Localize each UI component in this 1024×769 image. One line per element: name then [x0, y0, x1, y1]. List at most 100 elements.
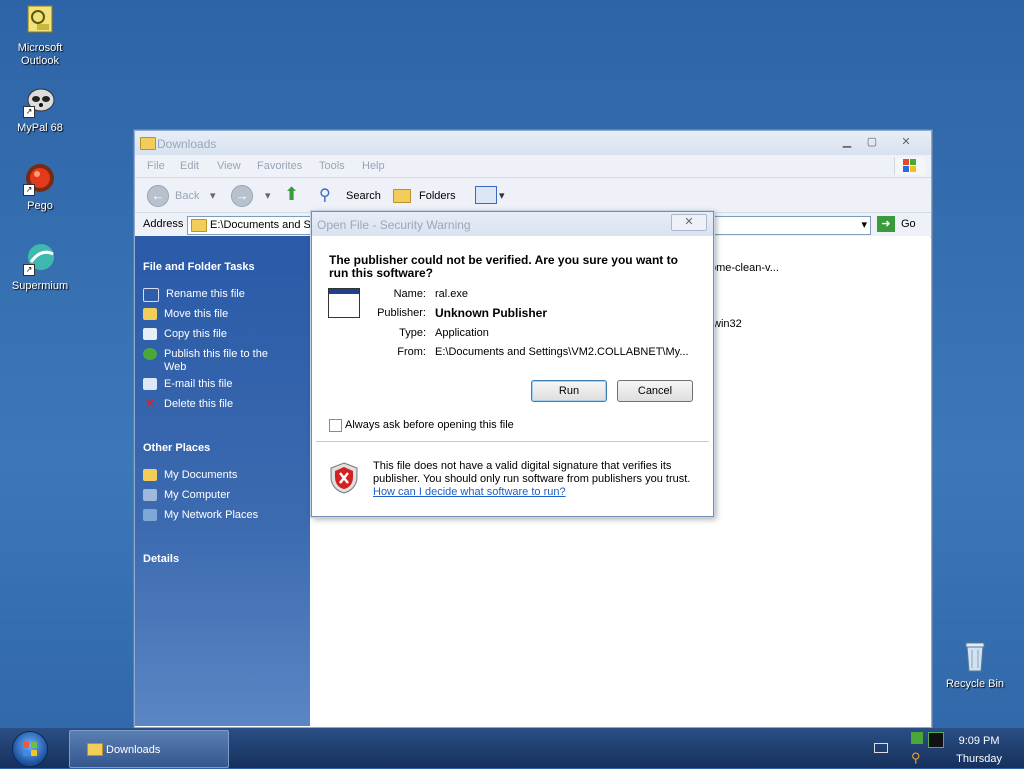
start-button[interactable] [12, 731, 48, 767]
address-dropdown-icon[interactable]: ▾ [861, 218, 867, 231]
menu-view[interactable]: View [217, 160, 241, 172]
dialog-titlebar[interactable]: Open File - Security Warning ✕ [312, 212, 713, 236]
shortcut-arrow-icon: ↗ [23, 184, 35, 196]
back-arrow-icon[interactable]: ← [147, 185, 169, 207]
forward-dropdown-icon[interactable]: ▾ [265, 189, 271, 202]
desktop-icon-outlook[interactable]: Microsoft Outlook [0, 4, 80, 68]
search-button[interactable]: Search [346, 190, 381, 202]
explorer-titlebar[interactable]: Downloads ▁ ▢ ✕ [135, 131, 931, 155]
desktop-icon-label: Recycle Bin [945, 678, 1005, 690]
field-name-label: Name: [393, 288, 426, 300]
dialog-close-button[interactable]: ✕ [671, 214, 707, 231]
clock-time: 9:09 PM [958, 735, 1000, 747]
menu-tools[interactable]: Tools [319, 160, 345, 172]
mypal-icon: ↗ [23, 84, 57, 118]
address-label: Address [143, 218, 184, 230]
warning-message: This file does not have a valid digital … [373, 460, 703, 499]
task-email[interactable]: E-mail this file [143, 378, 232, 390]
forward-arrow-icon[interactable]: → [231, 185, 253, 207]
field-from-label: From: [397, 346, 426, 358]
menu-file[interactable]: File [147, 160, 165, 172]
always-ask-label[interactable]: Always ask before opening this file [345, 419, 514, 431]
folder-icon [87, 743, 103, 756]
task-publish[interactable]: Publish this file to the Web [143, 348, 293, 374]
task-move[interactable]: Move this file [143, 308, 228, 320]
toolbar: ← Back ▾ → ▾ ⬆ ⚲ Search Folders ▾ [135, 178, 931, 213]
desktop-icon-pego[interactable]: ↗ Pego [0, 162, 80, 213]
recycle-bin-icon [958, 640, 992, 674]
outlook-icon [23, 4, 57, 38]
keyboard-icon[interactable] [874, 743, 888, 753]
task-copy[interactable]: Copy this file [143, 328, 227, 340]
warning-text: This file does not have a valid digital … [373, 460, 691, 485]
close-button[interactable]: ✕ [896, 134, 916, 150]
address-value: E:\Documents and S [210, 219, 311, 231]
views-icon[interactable] [475, 186, 497, 204]
shortcut-arrow-icon: ↗ [23, 106, 35, 118]
taskbar-item-label: Downloads [106, 744, 161, 756]
folders-icon [393, 189, 411, 203]
divider [316, 441, 709, 442]
menu-edit[interactable]: Edit [180, 160, 199, 172]
delete-icon: ✕ [145, 398, 155, 410]
folder-icon [191, 219, 207, 232]
details-header[interactable]: Details [143, 553, 179, 565]
desktop-icon-supermium[interactable]: ↗ Supermium [0, 242, 80, 293]
folder-icon [143, 469, 157, 481]
search-tray-icon[interactable]: ⚲ [911, 750, 921, 766]
menu-favorites[interactable]: Favorites [257, 160, 302, 172]
search-icon: ⚲ [319, 187, 331, 204]
field-publisher-label: Publisher: [377, 307, 426, 319]
other-places-header[interactable]: Other Places [143, 442, 210, 454]
field-publisher-value: Unknown Publisher [435, 306, 548, 320]
help-link[interactable]: How can I decide what software to run? [373, 486, 566, 498]
window-title: Downloads [157, 137, 217, 151]
windows-orb-icon [23, 742, 37, 756]
task-delete[interactable]: ✕ Delete this file [143, 398, 233, 410]
pego-icon: ↗ [23, 162, 57, 196]
desktop-icon-mypal[interactable]: ↗ MyPal 68 [0, 84, 80, 135]
folder-icon [140, 137, 156, 150]
file-item[interactable]: ome-clean-v... [710, 262, 779, 274]
go-arrow-icon[interactable]: ➜ [877, 216, 895, 232]
desktop-icon-label: MyPal 68 [17, 122, 63, 134]
clock-day: Thursday [956, 753, 1002, 765]
copy-icon [143, 328, 157, 340]
back-button[interactable]: Back [175, 190, 199, 202]
folders-button[interactable]: Folders [419, 190, 456, 202]
place-my-network[interactable]: My Network Places [143, 509, 258, 521]
back-dropdown-icon[interactable]: ▾ [210, 189, 216, 202]
computer-icon [143, 489, 157, 501]
up-folder-icon[interactable]: ⬆ [284, 184, 299, 205]
minimize-button[interactable]: ▁ [837, 134, 857, 150]
desktop-icon-label: Pego [27, 200, 53, 212]
taskbar-item-downloads[interactable]: Downloads [69, 730, 229, 768]
network-tray-icon[interactable] [911, 732, 923, 744]
file-item[interactable]: win32 [713, 318, 742, 330]
field-type-label: Type: [399, 327, 426, 339]
supermium-icon: ↗ [23, 242, 57, 276]
globe-icon [143, 348, 157, 360]
place-my-computer[interactable]: My Computer [143, 489, 230, 501]
cancel-button[interactable]: Cancel [617, 380, 693, 402]
terminal-tray-icon[interactable] [928, 732, 944, 748]
task-rename[interactable]: Rename this file [143, 288, 245, 302]
place-my-documents[interactable]: My Documents [143, 469, 237, 481]
move-icon [143, 308, 157, 320]
clock[interactable]: 9:09 PM Thursday [956, 732, 1002, 768]
shield-warning-icon [330, 462, 358, 494]
maximize-button[interactable]: ▢ [862, 134, 882, 150]
always-ask-checkbox[interactable] [329, 419, 342, 432]
dialog-title: Open File - Security Warning [317, 218, 471, 232]
run-button[interactable]: Run [531, 380, 607, 402]
file-folder-tasks-header[interactable]: File and Folder Tasks [143, 261, 255, 273]
go-button[interactable]: Go [901, 218, 916, 230]
security-warning-dialog: Open File - Security Warning ✕ The publi… [311, 211, 714, 517]
email-icon [143, 378, 157, 390]
menu-help[interactable]: Help [362, 160, 385, 172]
desktop-icon-recycle-bin[interactable]: Recycle Bin [935, 640, 1015, 691]
desktop-icon-label: Microsoft Outlook [17, 42, 63, 67]
views-dropdown-icon[interactable]: ▾ [499, 189, 505, 202]
windows-logo-icon [894, 157, 925, 175]
field-type-value: Application [435, 327, 489, 339]
